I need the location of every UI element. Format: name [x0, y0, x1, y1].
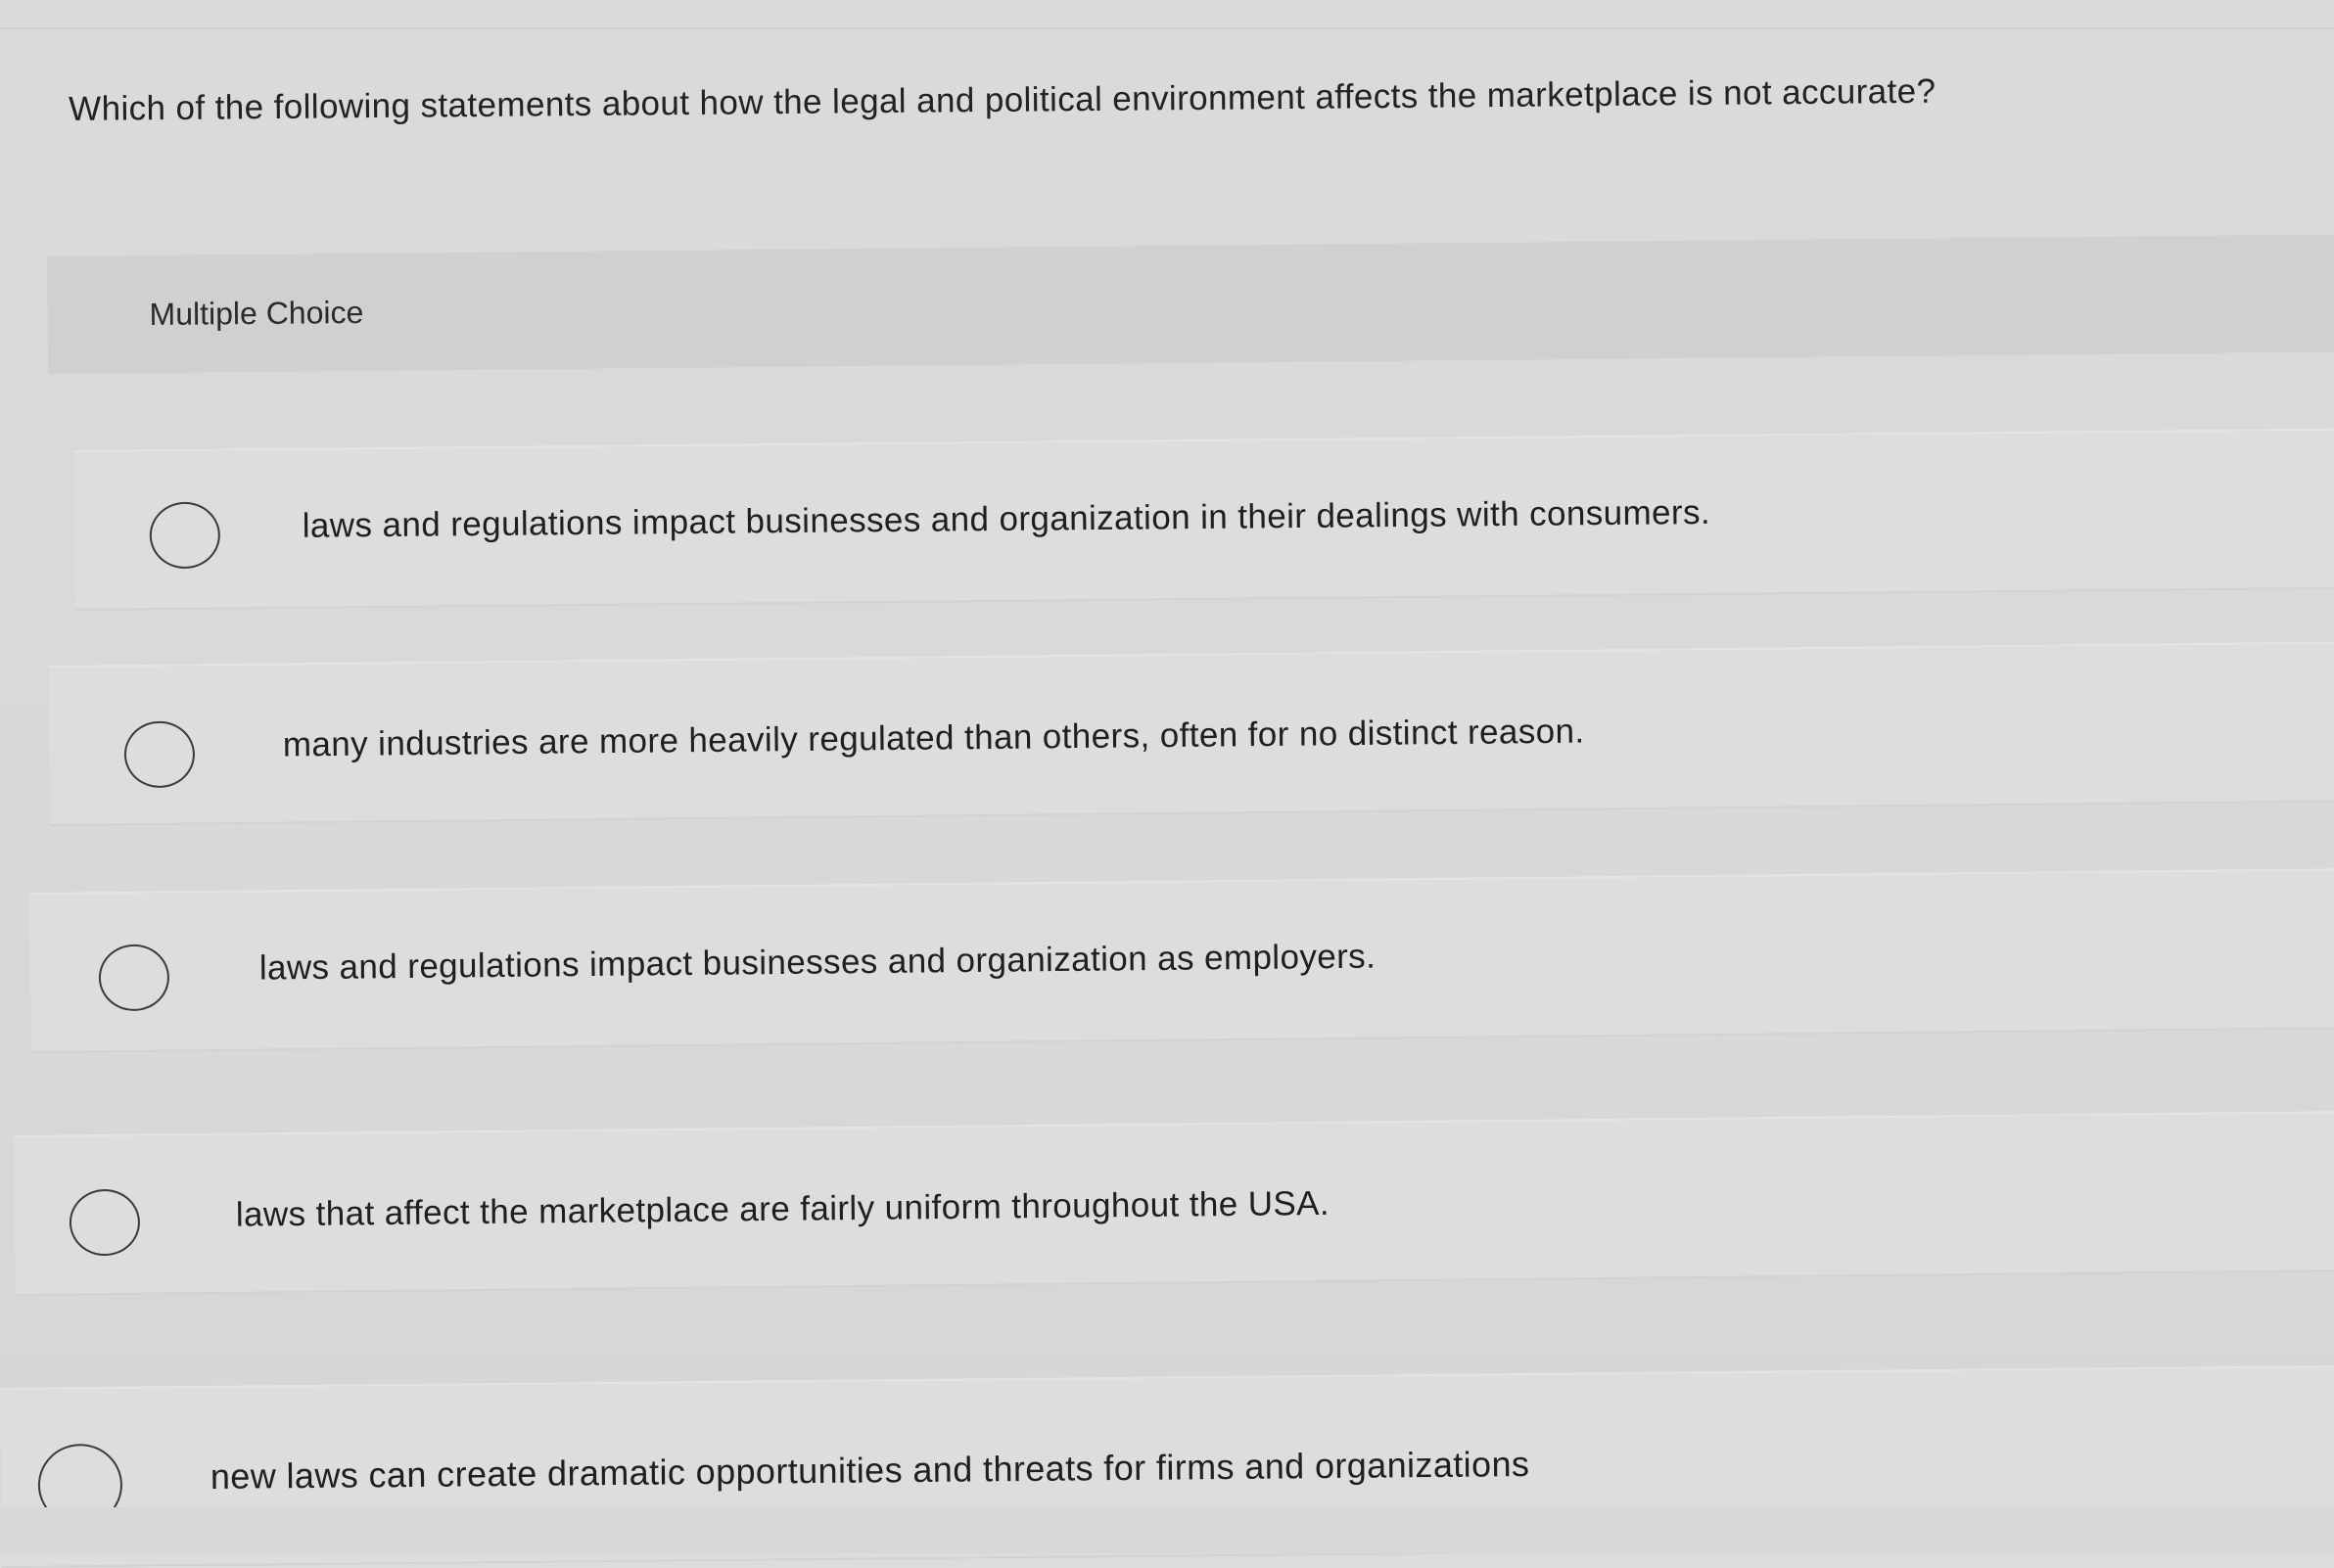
radio-unchecked-icon[interactable] — [98, 944, 170, 1012]
answer-option[interactable]: laws and regulations impact businesses a… — [74, 428, 2334, 611]
radio-unchecked-icon[interactable] — [69, 1188, 141, 1257]
answer-option-text[interactable]: laws and regulations impact businesses a… — [259, 938, 1377, 989]
answer-option[interactable]: laws and regulations impact businesses a… — [29, 868, 2334, 1053]
multiple-choice-header: Multiple Choice — [47, 234, 2334, 374]
bottom-edge — [0, 1507, 2334, 1553]
top-divider — [0, 27, 2334, 29]
radio-unchecked-icon[interactable] — [123, 720, 196, 789]
answer-option-text[interactable]: laws that affect the marketplace are fai… — [236, 1184, 1330, 1235]
answer-option-text[interactable]: many industries are more heavily regulat… — [283, 713, 1585, 765]
quiz-page: Which of the following statements about … — [0, 0, 2334, 1568]
answer-option-text[interactable]: laws and regulations impact businesses a… — [303, 493, 1711, 546]
multiple-choice-label: Multiple Choice — [149, 294, 364, 332]
answer-option[interactable]: many industries are more heavily regulat… — [49, 641, 2334, 826]
answer-option[interactable]: laws that affect the marketplace are fai… — [14, 1111, 2334, 1296]
radio-unchecked-icon[interactable] — [149, 501, 221, 570]
question-text: Which of the following statements about … — [69, 71, 1937, 128]
answer-options: laws and regulations impact businesses a… — [0, 372, 2334, 1568]
answer-option-text[interactable]: new laws can create dramatic opportuniti… — [210, 1444, 1530, 1498]
